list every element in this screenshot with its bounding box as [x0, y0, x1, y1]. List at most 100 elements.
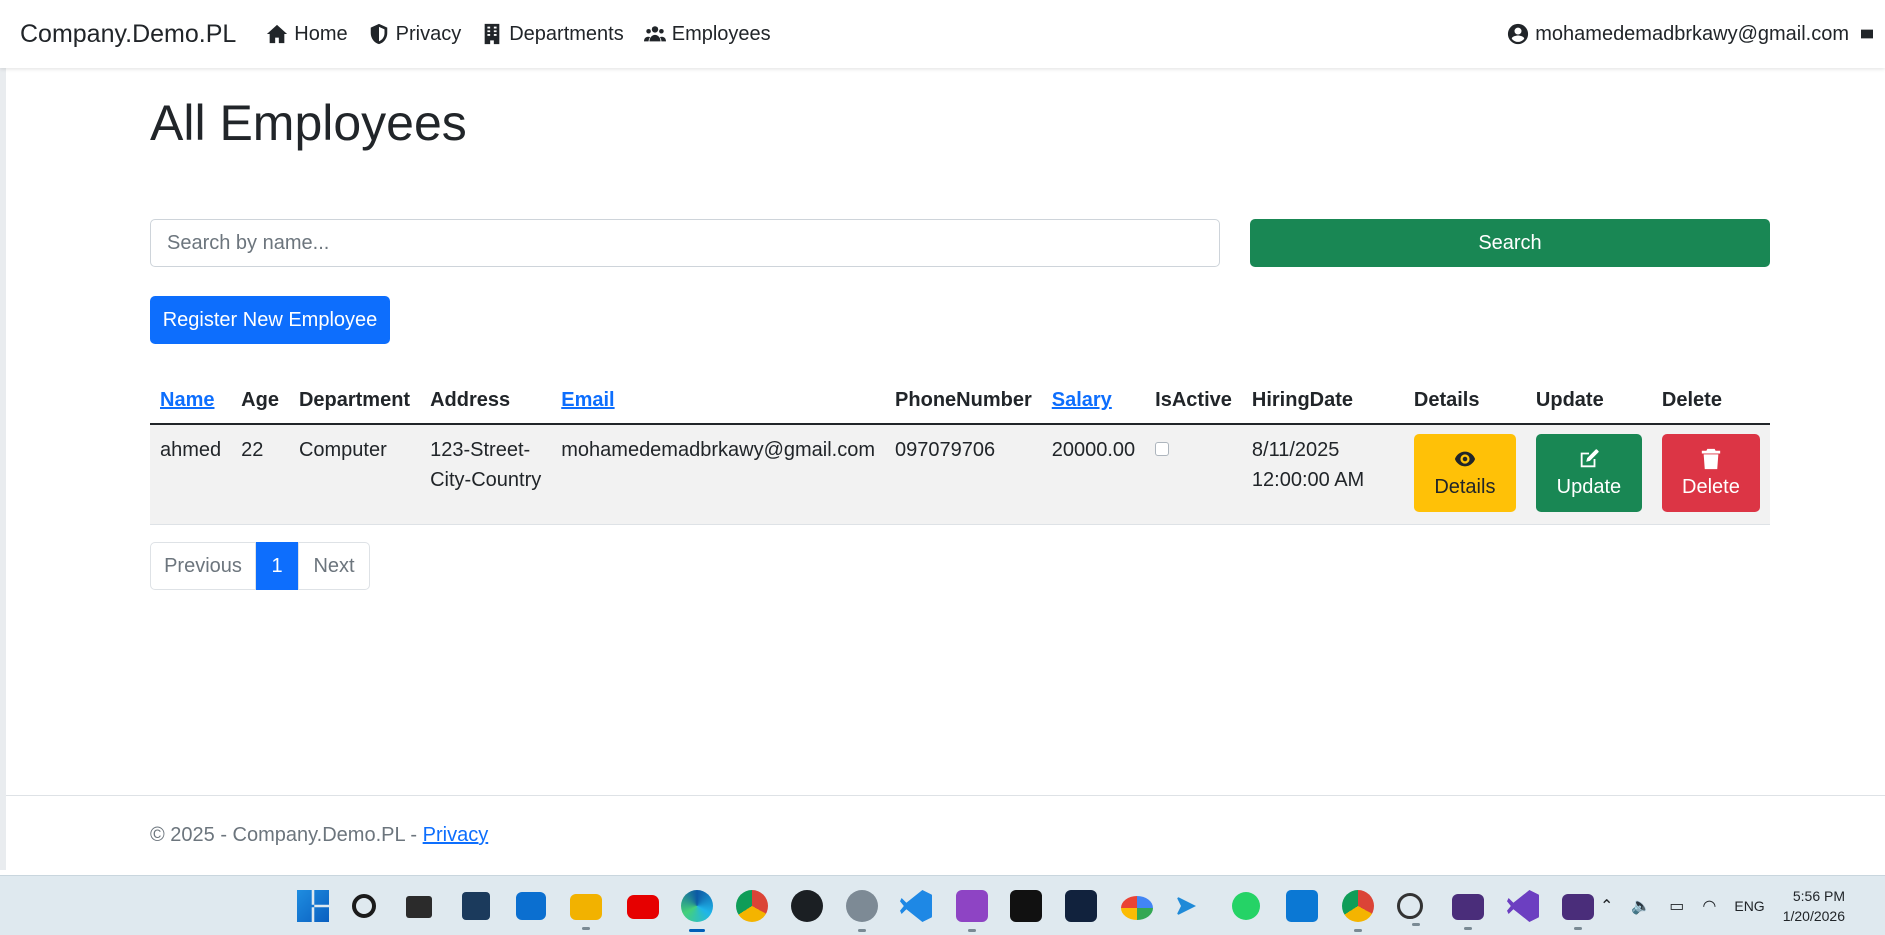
cell-hiringdate-date: 8/11/2025: [1251, 439, 1340, 461]
dropdown-caret-icon: [1861, 29, 1873, 39]
terminal-app-icon[interactable]: [1010, 890, 1042, 922]
cell-email: mohamedemadbrkawy@gmail.com: [551, 424, 886, 525]
os-taskbar: ⌃ 🔈 ▭ ◠ ENG 5:56 PM 1/20/2026: [0, 875, 1885, 935]
column-age: Age: [231, 378, 289, 425]
youtube-icon[interactable]: [627, 895, 659, 919]
nav-employees[interactable]: Employees: [643, 22, 771, 46]
column-details: Details: [1403, 378, 1526, 425]
cell-details: Details: [1403, 424, 1526, 525]
details-button[interactable]: Details: [1413, 434, 1516, 512]
chatgpt-icon[interactable]: [1397, 893, 1423, 926]
trash-icon: [1701, 448, 1721, 469]
edit-icon: [1580, 448, 1599, 467]
language-indicator[interactable]: ENG: [1734, 898, 1764, 914]
mail-icon[interactable]: [1286, 890, 1318, 922]
column-phone: PhoneNumber: [885, 378, 1042, 425]
google-cloud-icon[interactable]: [1121, 896, 1153, 920]
nav-privacy-label: Privacy: [395, 22, 462, 45]
column-address: Address: [420, 378, 552, 425]
cell-delete: Delete: [1651, 424, 1770, 525]
cell-isactive: [1145, 424, 1242, 525]
user-email: mohamedemadbrkawy@gmail.com: [1535, 22, 1849, 45]
cell-age: 22: [231, 424, 289, 525]
cmd-terminal-icon[interactable]: [1452, 894, 1484, 930]
search-input[interactable]: [150, 219, 1220, 267]
whatsapp-icon[interactable]: [1232, 892, 1260, 920]
update-button-label: Update: [1556, 475, 1622, 498]
widgets-icon[interactable]: [462, 892, 490, 920]
table-header-row: Name Age Department Address Email PhoneN…: [150, 378, 1770, 425]
nav-home-label: Home: [294, 22, 348, 45]
wifi-icon[interactable]: ◠: [1702, 896, 1716, 916]
cell-salary: 20000.00: [1041, 424, 1146, 525]
battery-icon[interactable]: ▭: [1669, 896, 1684, 916]
nav-employees-label: Employees: [671, 22, 771, 45]
task-view-icon[interactable]: [406, 896, 432, 918]
footer-text: © 2025 - Company.Demo.PL - Privacy: [150, 824, 488, 847]
clock-time: 5:56 PM: [1792, 888, 1845, 904]
vscode-icon[interactable]: [900, 890, 932, 922]
chevron-up-icon[interactable]: ⌃: [1600, 896, 1613, 916]
column-name-sort-link[interactable]: Name: [150, 378, 232, 425]
clock[interactable]: 5:56 PM 1/20/2026: [1783, 886, 1845, 926]
azure-data-studio-icon[interactable]: [1065, 890, 1097, 922]
cell-phone: 097079706: [885, 424, 1042, 525]
column-delete: Delete: [1651, 378, 1770, 425]
chrome-icon[interactable]: [736, 890, 768, 922]
file-explorer-icon[interactable]: [570, 894, 602, 930]
column-isactive: IsActive: [1145, 378, 1242, 425]
page-left-border: [0, 0, 6, 870]
search-icon[interactable]: [352, 894, 376, 918]
table-row: ahmed 22 Computer 123-Street- City-Count…: [150, 424, 1770, 525]
chrome-profile-icon[interactable]: [1342, 890, 1374, 932]
footer-privacy-link[interactable]: Privacy: [423, 824, 489, 846]
eye-icon: [1454, 451, 1475, 466]
pagination: Previous 1 Next: [150, 542, 370, 590]
column-email-sort-link[interactable]: Email: [551, 378, 886, 425]
users-icon: [643, 26, 666, 42]
pagination-previous[interactable]: Previous: [150, 542, 256, 590]
cell-address-line2: City-Country: [430, 469, 542, 491]
pagination-page-1[interactable]: 1: [256, 542, 298, 590]
search-button[interactable]: Search: [1250, 219, 1770, 267]
update-button[interactable]: Update: [1535, 434, 1642, 512]
page-footer: © 2025 - Company.Demo.PL - Privacy: [6, 795, 1885, 870]
settings-gear-icon[interactable]: [846, 890, 878, 932]
details-button-label: Details: [1434, 475, 1496, 498]
volume-icon[interactable]: 🔈: [1631, 896, 1651, 916]
top-navbar: Company.Demo.PL Home Privacy Departments…: [0, 0, 1885, 68]
cell-hiringdate: 8/11/2025 12:00:00 AM: [1241, 424, 1404, 525]
column-salary-sort-link[interactable]: Salary: [1041, 378, 1146, 425]
user-menu[interactable]: mohamedemadbrkawy@gmail.com: [1507, 0, 1873, 68]
register-new-employee-button[interactable]: Register New Employee: [150, 296, 390, 344]
nav-home[interactable]: Home: [266, 22, 348, 46]
visual-studio-preview-icon[interactable]: [956, 890, 988, 932]
shield-icon: [370, 23, 387, 45]
page-title: All Employees: [150, 95, 467, 151]
column-department: Department: [288, 378, 421, 425]
feather-app-icon[interactable]: [1176, 896, 1196, 916]
pagination-next[interactable]: Next: [298, 542, 370, 590]
column-hiringdate: HiringDate: [1241, 378, 1404, 425]
github-icon[interactable]: [791, 890, 823, 922]
edge-browser-icon[interactable]: [681, 890, 713, 932]
cell-hiringdate-time: 12:00:00 AM: [1251, 469, 1365, 491]
footer-copyright: © 2025 - Company.Demo.PL -: [150, 824, 423, 846]
user-circle-icon: [1508, 23, 1529, 45]
cmd-terminal-2-icon[interactable]: [1562, 894, 1594, 930]
nav-departments[interactable]: Departments: [481, 23, 624, 46]
store-icon[interactable]: [516, 892, 546, 920]
employees-table: Name Age Department Address Email PhoneN…: [150, 378, 1770, 525]
column-update: Update: [1525, 378, 1652, 425]
nav-privacy[interactable]: Privacy: [368, 22, 462, 46]
delete-button-label: Delete: [1682, 475, 1740, 498]
building-icon: [484, 23, 500, 45]
cell-address: 123-Street- City-Country: [420, 424, 552, 525]
cell-department: Computer: [288, 424, 421, 525]
visual-studio-icon[interactable]: [1507, 890, 1539, 922]
delete-button[interactable]: Delete: [1661, 434, 1760, 512]
start-windows-icon[interactable]: [297, 890, 329, 922]
clock-date: 1/20/2026: [1782, 908, 1845, 924]
home-icon: [267, 24, 288, 44]
brand-link[interactable]: Company.Demo.PL: [20, 20, 236, 49]
